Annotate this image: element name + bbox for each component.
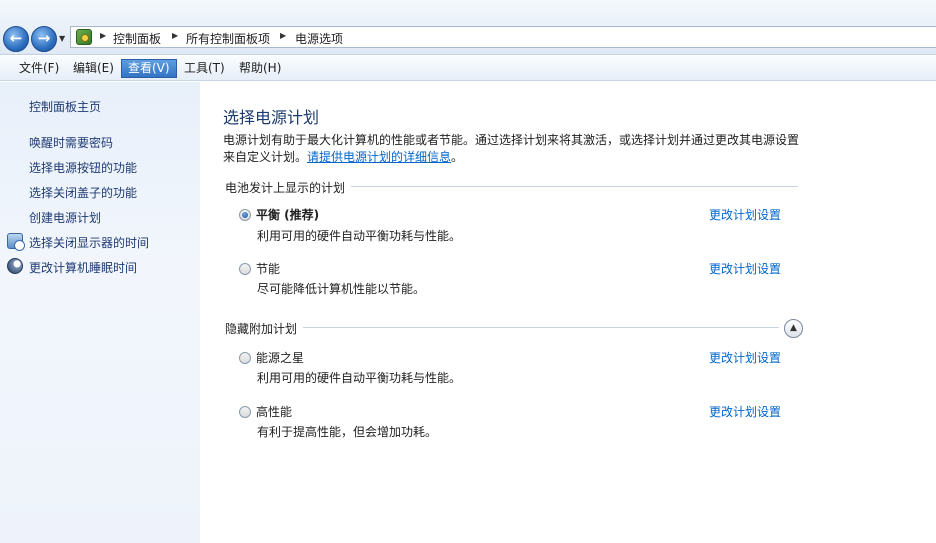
forward-button[interactable]: →	[31, 26, 57, 52]
plan-energy-star-radio[interactable]	[239, 352, 251, 364]
task-display-off[interactable]: 选择关闭显示器的时间	[29, 234, 149, 251]
control-panel-home-link[interactable]: 控制面板主页	[29, 98, 101, 115]
page-description-line2: 来自定义计划。请提供电源计划的详细信息。	[223, 148, 463, 165]
breadcrumb-all-items[interactable]: 所有控制面板项	[186, 30, 270, 47]
main-content: 选择电源计划 电源计划有助于最大化计算机的性能或者节能。通过选择计划来将其激活，…	[200, 82, 936, 543]
change-plan-settings-link[interactable]: 更改计划设置	[709, 349, 781, 366]
plan-energy-star-desc: 利用可用的硬件自动平衡功耗与性能。	[257, 371, 462, 385]
breadcrumb-arrow-icon[interactable]: ▶	[280, 31, 286, 40]
menu-help[interactable]: 帮助(H)	[233, 59, 287, 78]
task-sleep-time[interactable]: 更改计算机睡眠时间	[29, 259, 137, 276]
plan-high-performance-radio[interactable]	[239, 406, 251, 418]
plan-power-saver-radio[interactable]	[239, 263, 251, 275]
section-divider	[225, 327, 779, 328]
menu-edit[interactable]: 编辑(E)	[67, 59, 120, 78]
breadcrumb-power-options[interactable]: 电源选项	[295, 30, 343, 47]
description-text: 。	[451, 150, 464, 164]
plan-balanced-name[interactable]: 平衡 (推荐)	[256, 206, 319, 223]
collapse-hidden-plans-button[interactable]: ▲	[784, 319, 803, 338]
battery-plans-heading: 电池发计上显示的计划	[225, 179, 352, 196]
description-text: 来自定义计划。	[223, 150, 308, 164]
address-bar-region: ← → ▼ ▶ 控制面板 ▶ 所有控制面板项 ▶ 电源选项	[0, 0, 936, 55]
page-title: 选择电源计划	[223, 108, 320, 127]
menu-tools[interactable]: 工具(T)	[178, 59, 231, 78]
menu-view[interactable]: 查看(V)	[121, 59, 177, 78]
hidden-plans-heading: 隐藏附加计划	[225, 320, 304, 337]
plan-high-performance-name[interactable]: 高性能	[256, 403, 292, 420]
change-plan-settings-link[interactable]: 更改计划设置	[709, 260, 781, 277]
plan-balanced-desc: 利用可用的硬件自动平衡功耗与性能。	[257, 229, 462, 243]
page-description: 电源计划有助于最大化计算机的性能或者节能。通过选择计划来将其激活，或选择计划并通…	[223, 133, 800, 147]
chevron-down-icon: ▼	[59, 34, 66, 43]
plan-energy-star-name[interactable]: 能源之星	[256, 349, 304, 366]
plan-balanced-radio[interactable]	[239, 209, 251, 221]
back-button[interactable]: ←	[3, 26, 29, 52]
breadcrumb-arrow-icon[interactable]: ▶	[100, 31, 106, 40]
address-field[interactable]: ▶ 控制面板 ▶ 所有控制面板项 ▶ 电源选项	[70, 26, 936, 48]
change-plan-settings-link[interactable]: 更改计划设置	[709, 403, 781, 420]
monitor-clock-icon	[7, 233, 25, 251]
forward-arrow-icon: →	[37, 29, 51, 47]
menu-bar: 文件(F) 编辑(E) 查看(V) 工具(T) 帮助(H)	[0, 56, 936, 81]
plan-high-performance-desc: 有利于提高性能，但会增加功耗。	[257, 425, 438, 439]
breadcrumb-arrow-icon[interactable]: ▶	[172, 31, 178, 40]
task-power-button[interactable]: 选择电源按钮的功能	[29, 159, 137, 176]
task-pane: 控制面板主页 唤醒时需要密码 选择电源按钮的功能 选择关闭盖子的功能 创建电源计…	[0, 82, 200, 543]
plan-power-saver-desc: 尽可能降低计算机性能以节能。	[257, 282, 426, 296]
chevron-up-icon: ▲	[790, 323, 797, 333]
task-require-password[interactable]: 唤醒时需要密码	[29, 134, 113, 151]
change-plan-settings-link[interactable]: 更改计划设置	[709, 206, 781, 223]
back-arrow-icon: ←	[9, 29, 23, 47]
plan-power-saver-name[interactable]: 节能	[256, 260, 280, 277]
plan-details-link[interactable]: 请提供电源计划的详细信息	[307, 150, 451, 164]
task-lid-close[interactable]: 选择关闭盖子的功能	[29, 184, 137, 201]
control-panel-icon	[76, 29, 92, 45]
breadcrumb-control-panel[interactable]: 控制面板	[113, 30, 161, 47]
recent-pages-dropdown[interactable]: ▼	[59, 34, 65, 43]
task-create-plan[interactable]: 创建电源计划	[29, 209, 101, 226]
moon-icon	[7, 258, 23, 274]
menu-file[interactable]: 文件(F)	[13, 59, 65, 78]
